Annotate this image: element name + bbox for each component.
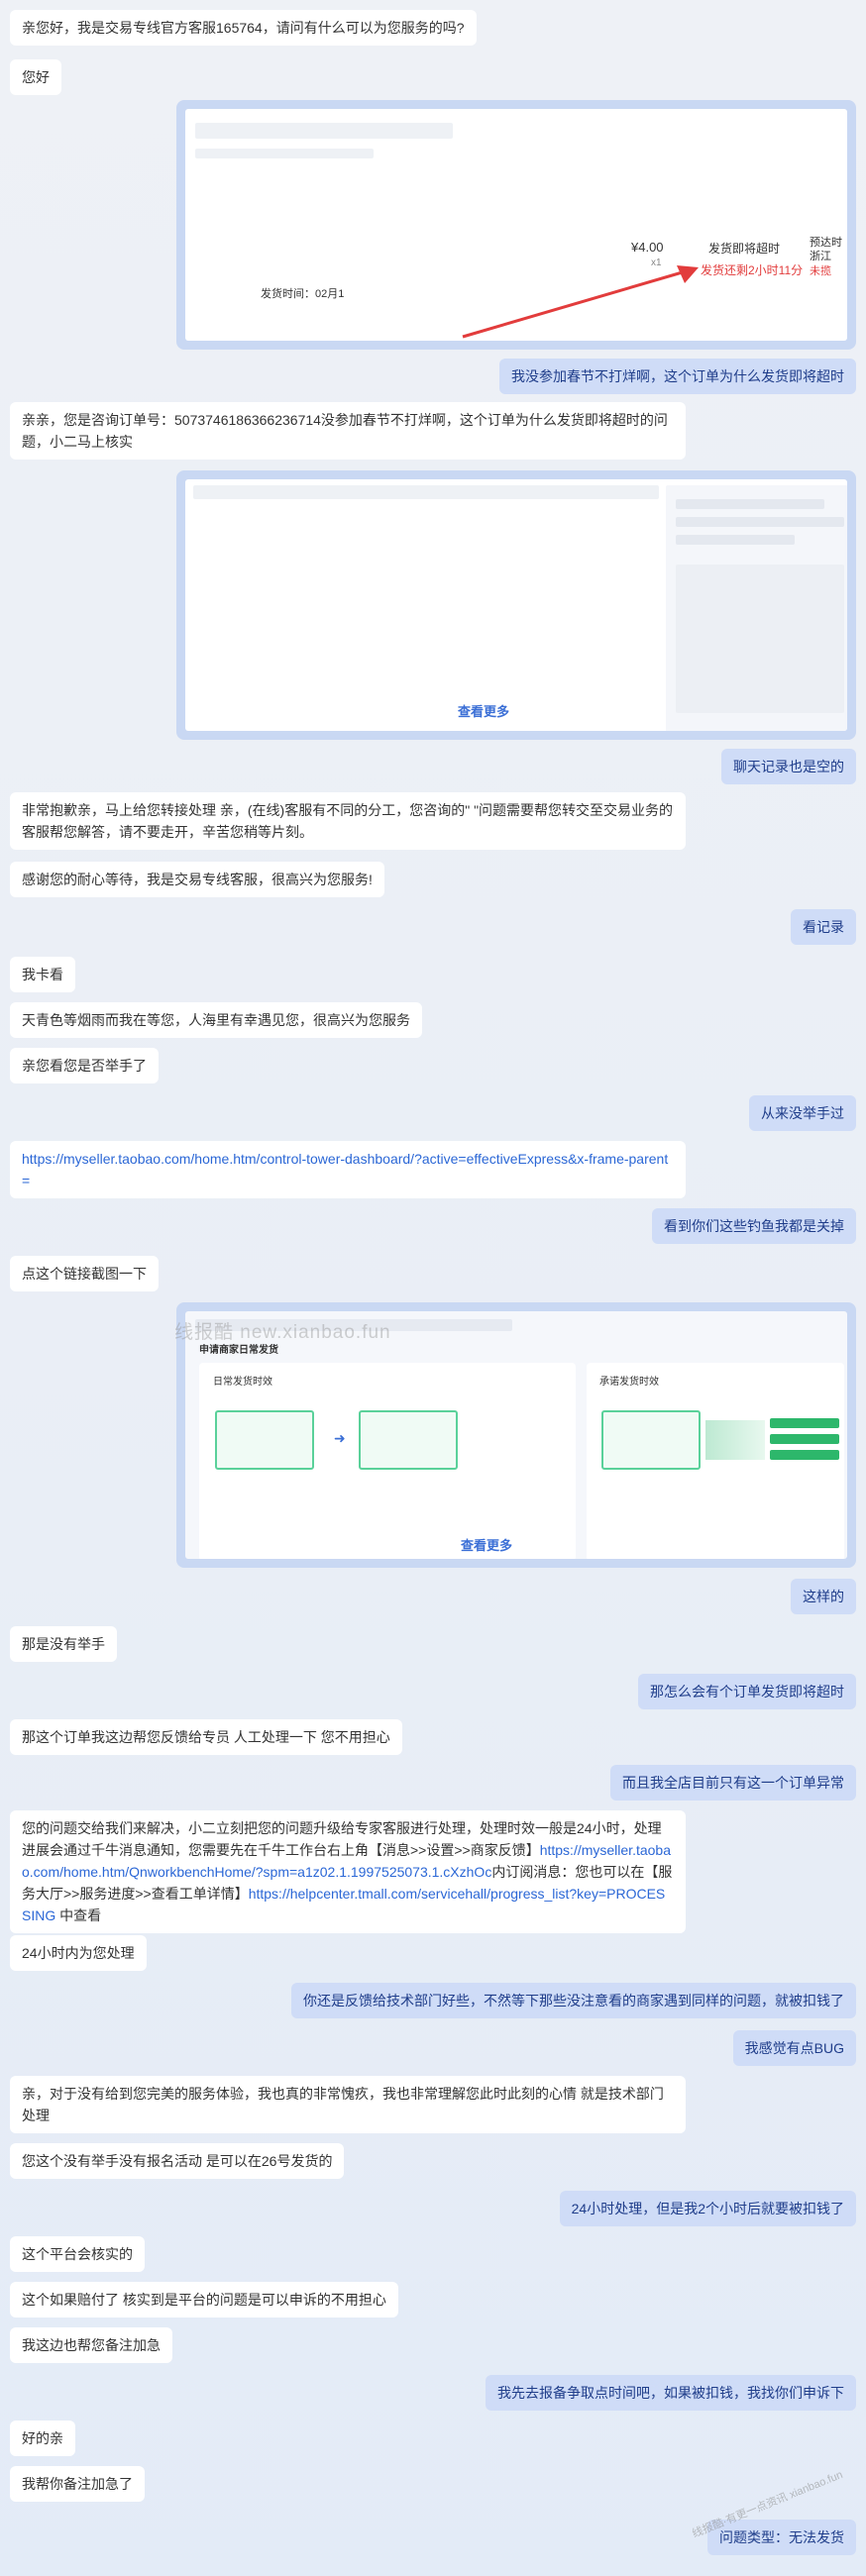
order-countdown: 发货还剩2小时11分 <box>701 263 804 277</box>
dashboard-box-label: 日常发货时效 <box>213 1377 272 1388</box>
user-message: 看记录 <box>791 909 856 945</box>
agent-message: 非常抱歉亲，马上给您转接处理 亲，(在线)客服有不同的分工，您咨询的" "问题需… <box>10 792 686 850</box>
user-message: 那怎么会有个订单发货即将超时 <box>638 1674 856 1709</box>
agent-message: 那是没有举手 <box>10 1626 117 1662</box>
user-message: 我感觉有点BUG <box>732 2030 856 2066</box>
agent-message: 我帮你备注加急了 <box>10 2466 145 2502</box>
order-price: ¥4.00 <box>631 240 664 255</box>
order-status: 发货即将超时 <box>708 242 781 256</box>
agent-message: 我这边也帮您备注加急 <box>10 2327 172 2363</box>
user-message: 我先去报备争取点时间吧，如果被扣钱，我找你们申诉下 <box>486 2375 856 2411</box>
user-message: 您好 <box>10 59 61 95</box>
agent-message: 点这个链接截图一下 <box>10 1256 159 1291</box>
chat-log: 亲您好，我是交易专线官方客服165764，请问有什么可以为您服务的吗? 您好 ¥… <box>0 0 866 2576</box>
order-side-label: 未揽 <box>810 265 831 277</box>
user-message: 看到你们这些钓鱼我都是关掉 <box>652 1208 856 1244</box>
order-ship-time: 发货时间：02月1 <box>261 288 345 300</box>
user-message: 从来没举手过 <box>749 1095 856 1131</box>
order-side-label: 浙江 <box>810 251 831 262</box>
agent-message: 好的亲 <box>10 2421 75 2456</box>
agent-message-ticket: 您的问题交给我们来解决，小二立刻把您的问题升级给专家客服进行处理，处理时效一般是… <box>10 1810 686 1933</box>
agent-message: 天青色等烟雨而我在等您，人海里有幸遇见您，很高兴为您服务 <box>10 1002 422 1038</box>
user-message: 这样的 <box>791 1579 856 1614</box>
red-arrow-icon <box>462 265 699 339</box>
agent-message: 亲您看您是否举手了 <box>10 1048 159 1083</box>
view-more-link[interactable]: 查看更多 <box>461 1535 512 1554</box>
user-message: 我没参加春节不打烊啊，这个订单为什么发货即将超时 <box>499 359 856 394</box>
agent-message: 您这个没有举手没有报名活动 是可以在26号发货的 <box>10 2143 345 2179</box>
ticket-text: 中查看 <box>55 1907 102 1923</box>
agent-message: 感谢您的耐心等待，我是交易专线客服，很高兴为您服务! <box>10 862 384 897</box>
agent-message: 亲您好，我是交易专线官方客服165764，请问有什么可以为您服务的吗? <box>10 10 477 46</box>
agent-message: 那这个订单我这边帮您反馈给专员 人工处理一下 您不用担心 <box>10 1719 402 1755</box>
screenshot-image-chat-record[interactable]: 查看更多 <box>176 470 856 740</box>
user-message: 聊天记录也是空的 <box>721 749 856 784</box>
user-message: 你还是反馈给技术部门好些，不然等下那些没注意看的商家遇到同样的问题，就被扣钱了 <box>291 1983 856 2018</box>
arrow-right-icon: ➜ <box>334 1430 346 1446</box>
user-message: 24小时处理，但是我2个小时后就要被扣钱了 <box>559 2191 856 2226</box>
agent-message: 24小时内为您处理 <box>10 1935 147 1971</box>
screenshot-image-order[interactable]: ¥4.00 x1 发货即将超时 发货还剩2小时11分 预达时 浙江 未揽 发货时… <box>176 100 856 350</box>
user-message: 而且我全店目前只有这一个订单异常 <box>610 1765 856 1801</box>
agent-message: 亲，对于没有给到您完美的服务体验，我也真的非常愧疚，我也非常理解您此时此刻的心情… <box>10 2076 686 2133</box>
agent-message: 这个平台会核实的 <box>10 2236 145 2272</box>
agent-message: 这个如果赔付了 核实到是平台的问题是可以申诉的不用担心 <box>10 2282 398 2318</box>
agent-link-message[interactable]: https://myseller.taobao.com/home.htm/con… <box>10 1141 686 1198</box>
agent-message: 亲亲，您是咨询订单号：5073746186366236714没参加春节不打烊啊，… <box>10 402 686 460</box>
watermark: 线报酷 new.xianbao.fun <box>174 1322 391 1343</box>
agent-message: 我卡看 <box>10 957 75 992</box>
view-more-link[interactable]: 查看更多 <box>458 701 509 720</box>
dashboard-box-label: 承诺发货时效 <box>599 1377 659 1388</box>
